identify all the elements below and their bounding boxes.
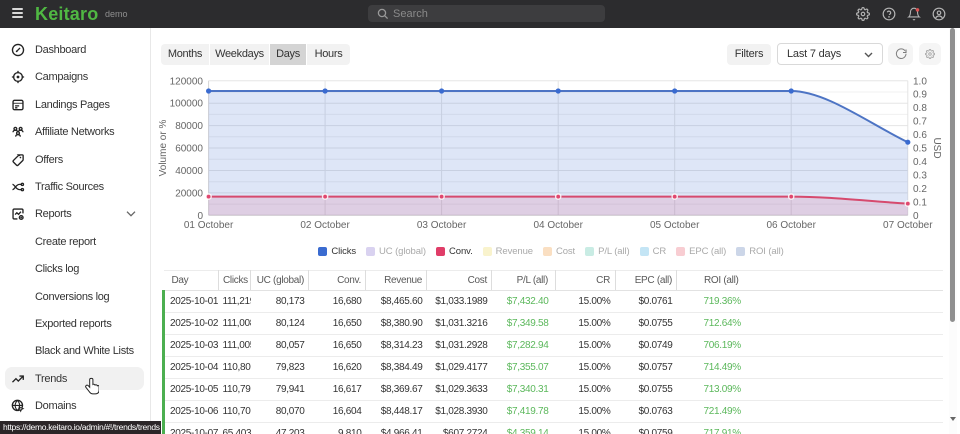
svg-text:05 October: 05 October bbox=[650, 220, 700, 231]
svg-text:01 October: 01 October bbox=[184, 220, 234, 231]
svg-text:03 October: 03 October bbox=[417, 220, 467, 231]
svg-text:100000: 100000 bbox=[170, 99, 204, 110]
svg-text:0.8: 0.8 bbox=[913, 103, 927, 114]
svg-text:80000: 80000 bbox=[175, 121, 203, 132]
svg-text:0.4: 0.4 bbox=[913, 157, 927, 168]
svg-text:0.5: 0.5 bbox=[913, 144, 927, 155]
svg-text:Volume or %: Volume or % bbox=[158, 120, 169, 177]
svg-text:06 October: 06 October bbox=[766, 220, 816, 231]
svg-text:20000: 20000 bbox=[175, 188, 203, 199]
svg-text:1.0: 1.0 bbox=[913, 76, 927, 87]
svg-text:0.2: 0.2 bbox=[913, 184, 927, 195]
svg-text:USD: USD bbox=[931, 137, 942, 158]
svg-text:0.3: 0.3 bbox=[913, 170, 927, 181]
svg-text:40000: 40000 bbox=[175, 166, 203, 177]
svg-text:0.7: 0.7 bbox=[913, 117, 927, 128]
svg-text:0.1: 0.1 bbox=[913, 197, 927, 208]
svg-text:60000: 60000 bbox=[175, 144, 203, 155]
svg-text:120000: 120000 bbox=[170, 76, 204, 87]
svg-text:0.6: 0.6 bbox=[913, 130, 927, 141]
svg-text:02 October: 02 October bbox=[300, 220, 350, 231]
svg-text:0.9: 0.9 bbox=[913, 90, 927, 101]
svg-text:04 October: 04 October bbox=[533, 220, 583, 231]
svg-text:07 October: 07 October bbox=[883, 220, 933, 231]
